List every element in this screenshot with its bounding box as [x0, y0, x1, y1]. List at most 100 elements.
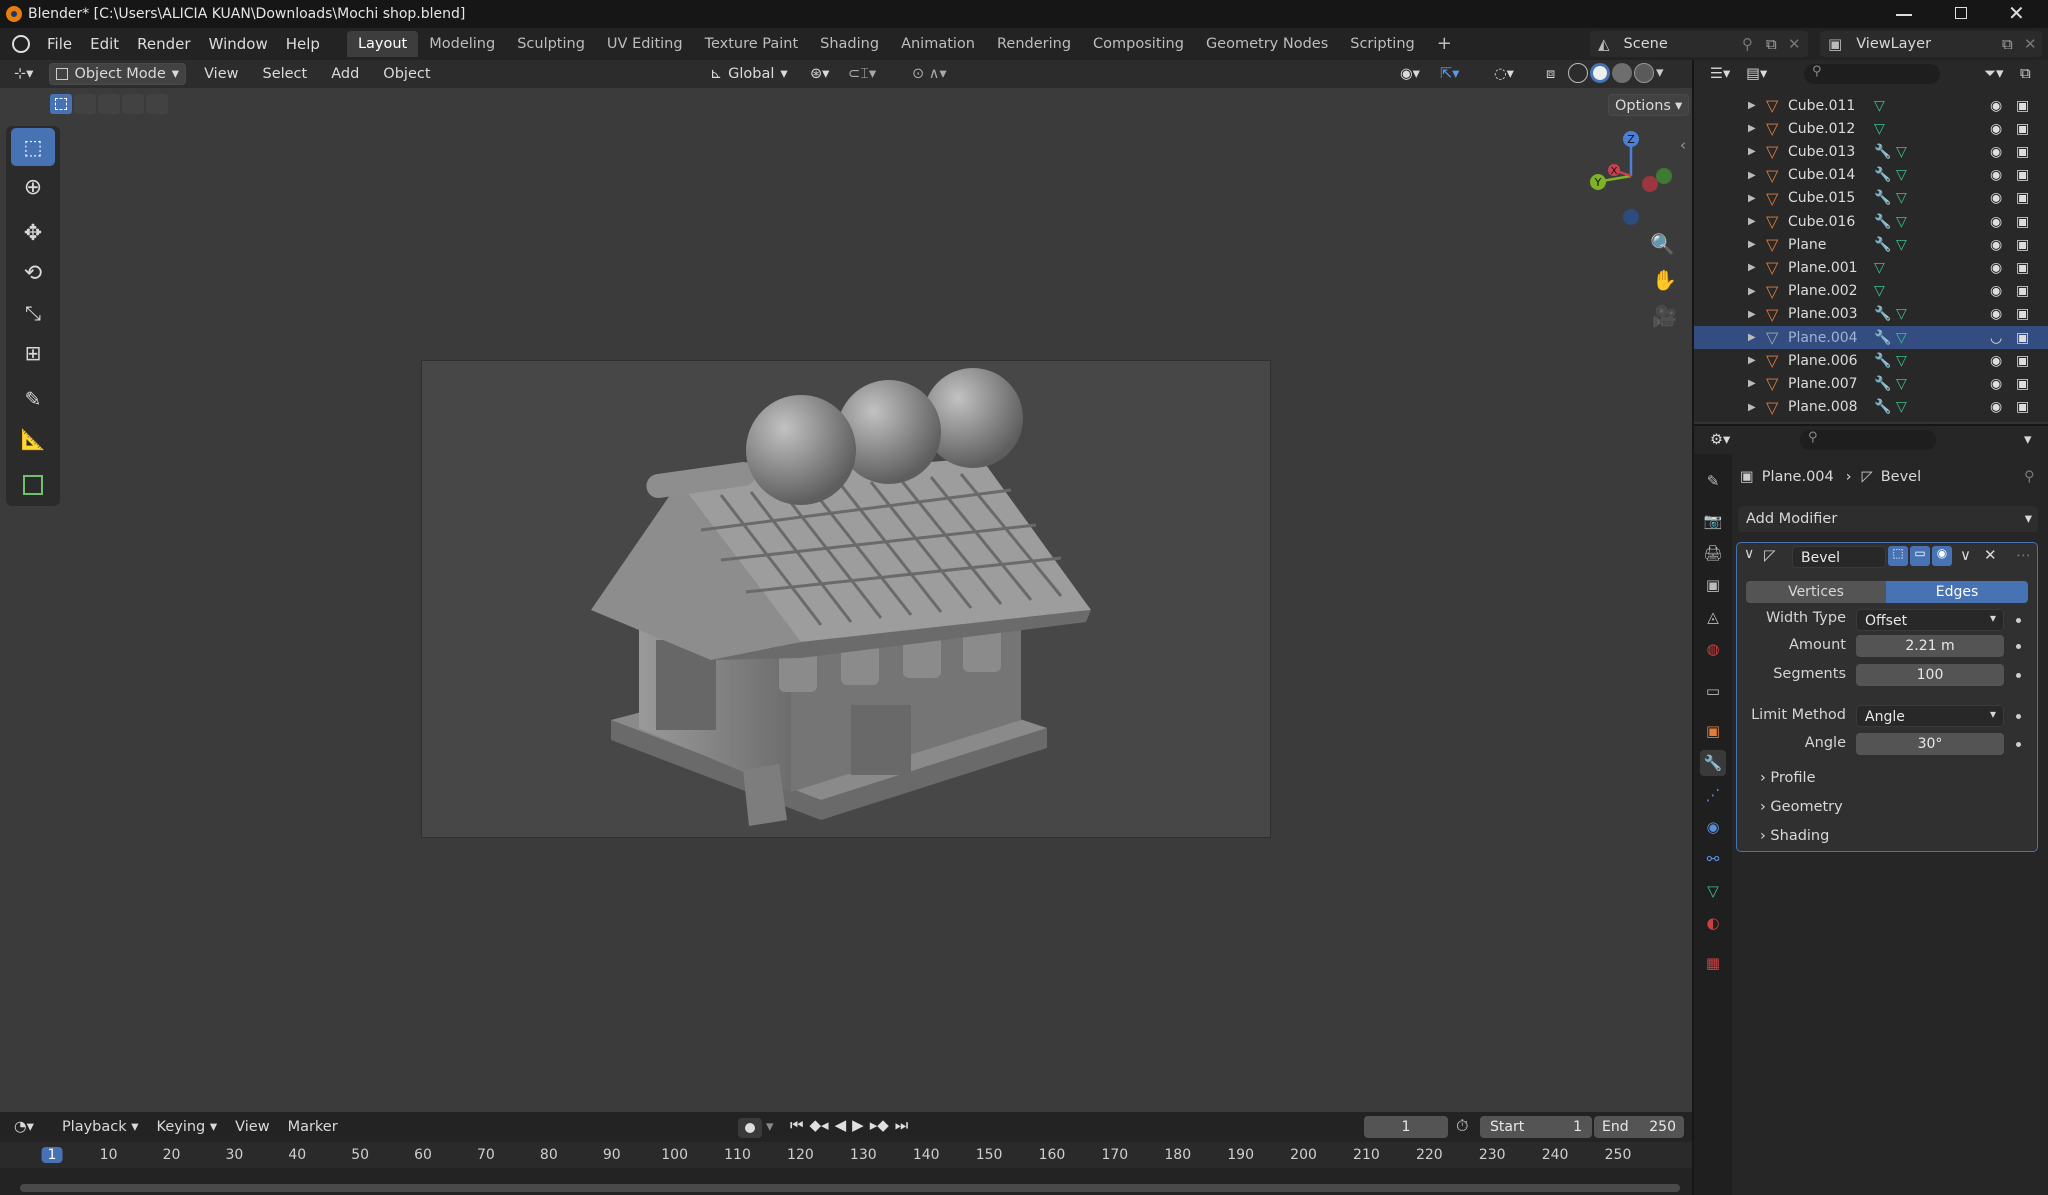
viewlayer-selector[interactable]: ▣ ViewLayer ⧉ ✕	[1820, 31, 2042, 57]
auto-key-dropdown-icon[interactable]: ▾	[766, 1117, 774, 1135]
keyframe-dot[interactable]	[2016, 673, 2021, 678]
angle-field[interactable]: 30°	[1856, 733, 2004, 755]
eye-icon[interactable]: ◉	[1990, 306, 2002, 322]
outliner-search-input[interactable]: ⚲	[1804, 64, 1940, 84]
area-divider[interactable]	[1694, 424, 2048, 426]
menu-keying[interactable]: Keying ▾	[151, 1116, 224, 1138]
mesh-data-icon[interactable]: ▽	[1896, 167, 1907, 183]
material-tab-icon[interactable]: ◐	[1700, 910, 1726, 936]
mesh-data-icon[interactable]: ▽	[1896, 237, 1907, 253]
chevron-down-icon[interactable]: ▾	[2024, 430, 2032, 448]
menu-view[interactable]: View	[198, 63, 244, 85]
menu-select[interactable]: Select	[256, 63, 313, 85]
outliner-row[interactable]: ▶ ▽ Cube.014 🔧 ▽ ◉ ▣	[1694, 164, 2048, 187]
eye-icon[interactable]: ◡	[1990, 330, 2002, 346]
output-tab-icon[interactable]: 🖨	[1700, 540, 1726, 566]
camera-icon[interactable]: ▣	[2016, 306, 2029, 322]
start-frame-field[interactable]: Start 1	[1480, 1116, 1592, 1138]
end-frame-field[interactable]: End 250	[1594, 1116, 1684, 1138]
blender-menu-icon[interactable]	[12, 35, 30, 53]
outliner-row[interactable]: ▶ ▽ Plane.007 🔧 ▽ ◉ ▣	[1694, 372, 2048, 395]
camera-icon[interactable]: ▣	[2016, 330, 2029, 346]
eye-icon[interactable]: ◉	[1990, 260, 2002, 276]
stopwatch-icon[interactable]: ⏱	[1456, 1116, 1468, 1136]
overlay-toggle-icon[interactable]: ◌▾	[1488, 63, 1520, 85]
add-workspace-button[interactable]: +	[1426, 31, 1463, 57]
physics-tab-icon[interactable]: ◉	[1700, 814, 1726, 840]
camera-icon[interactable]: ▣	[2016, 121, 2029, 137]
camera-icon[interactable]: ▣	[2016, 353, 2029, 369]
render-tab-icon[interactable]: 📷	[1700, 508, 1726, 534]
camera-icon[interactable]: ▣	[2016, 260, 2029, 276]
tab-compositing[interactable]: Compositing	[1082, 31, 1195, 57]
camera-icon[interactable]: ▣	[2016, 167, 2029, 183]
wrench-icon[interactable]: 🔧	[1874, 237, 1891, 253]
zoom-icon[interactable]: 🔍	[1650, 232, 1675, 256]
camera-icon[interactable]: ▣	[2016, 98, 2029, 114]
eye-icon[interactable]: ◉	[1990, 98, 2002, 114]
menu-add[interactable]: Add	[325, 63, 365, 85]
wrench-icon[interactable]: 🔧	[1874, 376, 1891, 392]
add-modifier-button[interactable]: Add Modifier ▾	[1738, 506, 2038, 532]
record-button[interactable]	[738, 1118, 762, 1138]
eye-icon[interactable]: ◉	[1990, 214, 2002, 230]
particles-tab-icon[interactable]: ⋰	[1700, 782, 1726, 808]
expand-chevron-icon[interactable]: ▶	[1748, 193, 1756, 204]
outliner-editor-type-icon[interactable]: ☰▾	[1704, 63, 1736, 85]
viewport-toggle-icon[interactable]: ▭	[1910, 546, 1930, 566]
eye-icon[interactable]: ◉	[1990, 167, 2002, 183]
menu-render[interactable]: Render	[128, 31, 199, 57]
expand-chevron-icon[interactable]: ▶	[1748, 216, 1756, 227]
wrench-icon[interactable]: 🔧	[1874, 167, 1891, 183]
expand-chevron-icon[interactable]: ▶	[1748, 355, 1756, 366]
tab-geometry-nodes[interactable]: Geometry Nodes	[1195, 31, 1339, 57]
timeline-editor-type-icon[interactable]: ◔▾	[8, 1116, 40, 1138]
tab-rendering[interactable]: Rendering	[986, 31, 1082, 57]
measure-tool[interactable]: 📐	[11, 420, 55, 458]
restore-button[interactable]	[1955, 7, 1967, 19]
navigation-gizmo[interactable]: Z Y X	[1576, 126, 1686, 236]
expand-chevron-icon[interactable]: ▶	[1748, 100, 1756, 111]
pin-icon[interactable]: ⚲	[2024, 469, 2035, 485]
eye-icon[interactable]: ◉	[1990, 353, 2002, 369]
menu-edit[interactable]: Edit	[81, 31, 128, 57]
outliner-row[interactable]: ▶ ▽ Plane.002 ▽ ◉ ▣	[1694, 280, 2048, 303]
expand-chevron-icon[interactable]: ▶	[1748, 262, 1756, 273]
edit-mode-toggle-icon[interactable]: ⬚	[1888, 546, 1908, 566]
expand-chevron-icon[interactable]: ▶	[1748, 378, 1756, 389]
mesh-data-icon[interactable]: ▽	[1896, 306, 1907, 322]
remove-scene-icon[interactable]: ✕	[1788, 35, 1801, 53]
scale-tool[interactable]: ⤡	[11, 294, 55, 332]
tab-modeling[interactable]: Modeling	[418, 31, 506, 57]
remove-viewlayer-icon[interactable]: ✕	[2024, 35, 2037, 53]
select-box-tool[interactable]: ⬚	[11, 128, 55, 166]
affect-edges-button[interactable]: Edges	[1886, 581, 2028, 603]
timeline-scrollbar[interactable]	[20, 1184, 1680, 1192]
annotate-tool[interactable]: ✎	[11, 380, 55, 418]
gizmo-toggle-icon[interactable]: ⇱▾	[1434, 63, 1465, 85]
mesh-data-icon[interactable]: ▽	[1896, 144, 1907, 160]
outliner-row[interactable]: ▶ ▽ Plane 🔧 ▽ ◉ ▣	[1694, 233, 2048, 256]
close-window-button[interactable]: ✕	[2008, 1, 2025, 25]
editor-type-icon[interactable]: ⊹▾	[8, 63, 39, 85]
modifier-name-field[interactable]: Bevel	[1792, 546, 1886, 568]
keyframe-dot[interactable]	[2016, 644, 2021, 649]
outliner-row[interactable]: ▶ ▽ Plane.008 🔧 ▽ ◉ ▣	[1694, 396, 2048, 419]
tab-texture-paint[interactable]: Texture Paint	[694, 31, 810, 57]
move-tool[interactable]: ✥	[11, 214, 55, 252]
select-intersect-icon[interactable]	[146, 94, 168, 114]
view-layer-tab-icon[interactable]: ▣	[1700, 572, 1726, 598]
menu-timeline-view[interactable]: View	[229, 1116, 275, 1138]
add-cube-tool[interactable]	[11, 466, 55, 504]
tool-tab-icon[interactable]: ✎	[1700, 468, 1726, 494]
eye-icon[interactable]: ◉	[1990, 144, 2002, 160]
limit-method-dropdown[interactable]: Angle	[1856, 705, 2004, 727]
mesh-data-icon[interactable]: ▽	[1874, 98, 1885, 114]
play-reverse-icon[interactable]: ◀	[835, 1116, 847, 1134]
mesh-data-icon[interactable]: ▽	[1896, 330, 1907, 346]
current-frame-field[interactable]: 1	[1364, 1116, 1448, 1138]
properties-search-input[interactable]: ⚲	[1800, 430, 1936, 450]
orientation-selector[interactable]: ⊾ Global ▾	[704, 63, 794, 85]
mesh-data-icon[interactable]: ▽	[1896, 376, 1907, 392]
outliner-row[interactable]: ▶ ▽ Cube.015 🔧 ▽ ◉ ▣	[1694, 187, 2048, 210]
